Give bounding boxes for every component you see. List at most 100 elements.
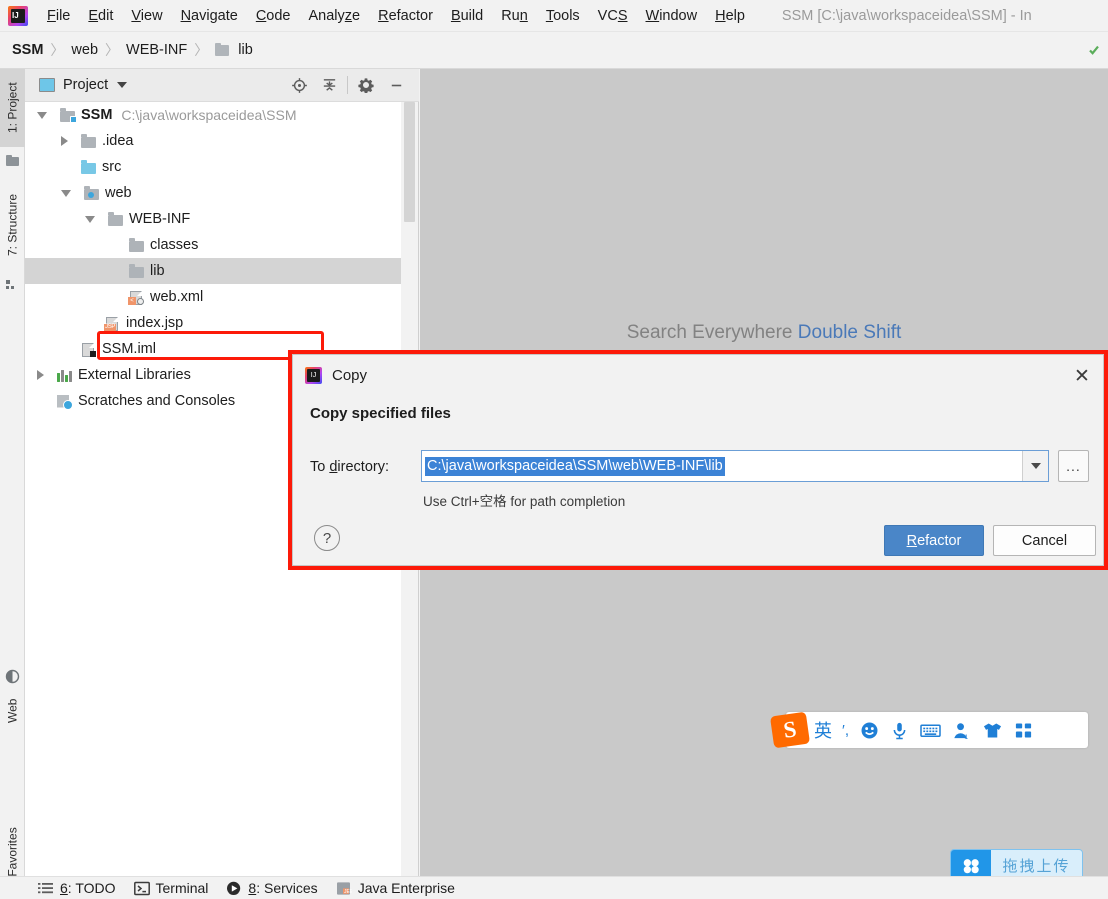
tree-node-label: External Libraries [78,367,191,383]
help-button[interactable]: ? [314,525,340,551]
tree-node-index-jsp[interactable]: JSP index.jsp [25,310,402,336]
status-bar-item-6-todo[interactable]: 6: TODO [38,880,116,896]
apps-icon[interactable] [1014,721,1033,740]
tree-node-src[interactable]: src [25,154,402,180]
window-title: SSM [C:\java\workspaceidea\SSM] - In [781,7,1032,24]
cancel-button[interactable]: Cancel [993,525,1096,556]
project-panel-toolbar [284,74,419,96]
gear-icon[interactable] [351,74,381,96]
stripe-label-web: Web [5,698,20,724]
locate-icon[interactable] [284,74,314,96]
menu-item-edit[interactable]: Edit [79,5,122,27]
tree-node-idea[interactable]: .idea [25,128,402,154]
combobox-dropdown-button[interactable] [1022,451,1048,481]
menu-item-run[interactable]: Run [492,5,537,27]
tree-node-path: C:\java\workspaceidea\SSM [121,107,297,123]
status-bar-item-8-services[interactable]: 8: Services [226,880,318,896]
menu-item-view[interactable]: View [122,5,171,27]
external-libraries-icon [57,369,72,382]
tool-window-stripe-left: 1: Project 7: Structure Web 2: Favorites [0,69,25,890]
collapse-all-icon[interactable] [314,74,344,96]
sidebar-item-structure[interactable]: 7: Structure [0,179,25,271]
breadcrumb-item-lib[interactable]: lib [234,42,257,58]
menu-item-analyze[interactable]: Analyze [300,5,370,27]
tree-node-lib[interactable]: lib [25,258,402,284]
chevron-down-icon[interactable] [61,189,71,197]
punctuation-icon[interactable]: ′, [842,722,849,739]
mnemonic: V [131,7,141,24]
menu-item-navigate[interactable]: Navigate [172,5,247,27]
tree-node-ssm[interactable]: SSM C:\java\workspaceidea\SSM [25,102,402,128]
voice-input-icon[interactable] [890,721,909,740]
folder-blue-icon [80,160,97,175]
tree-node-web-xml[interactable]: < web.xml [25,284,402,310]
chevron-right-icon[interactable] [61,136,68,146]
status-bar-item-label: Java Enterprise [357,880,455,896]
mnemonic: B [450,7,461,24]
search-everywhere-shortcut: Double Shift [797,322,902,343]
skin-icon[interactable] [982,721,1003,740]
menu-item-vcs[interactable]: VCS [589,5,637,27]
chevron-down-icon[interactable] [37,111,47,119]
menu-item-build[interactable]: Build [442,5,492,27]
menu-item-tools[interactable]: Tools [537,5,589,27]
breadcrumb-separator: 〉 [194,42,209,58]
emoji-icon[interactable] [860,721,879,740]
mnemonic: S [617,7,628,24]
svg-text:1: 1 [964,734,968,740]
module-badge-icon [70,115,77,123]
chevron-right-icon[interactable] [37,370,44,380]
deployment-badge-icon [137,297,144,305]
mnemonic: C [255,7,267,24]
chevron-down-icon[interactable] [117,82,128,88]
path-completion-hint: Use Ctrl+空格 for path completion [423,494,626,509]
close-icon[interactable]: ✕ [1071,365,1093,387]
browse-button[interactable]: ... [1058,450,1089,482]
tree-node-classes[interactable]: classes [25,232,402,258]
soft-keyboard-icon[interactable] [920,721,941,740]
refactor-button[interactable]: Refactor [884,525,984,556]
tree-node-label: src [102,159,122,175]
to-directory-input-value[interactable]: C:\java\workspaceidea\SSM\web\WEB-INF\li… [425,456,725,476]
jsp-file-icon: JSP [104,316,121,331]
sidebar-item-web[interactable]: Web [0,685,25,737]
tree-node-web[interactable]: web [25,180,402,206]
structure-icon [5,277,20,292]
scrollbar-thumb[interactable] [404,102,415,222]
mnemonic: N [180,7,192,24]
mnemonic: W [645,7,660,24]
dialog-title: Copy [332,366,368,384]
status-bar-item-java-enterprise[interactable]: JEE Java Enterprise [336,880,455,896]
tree-node-web-inf[interactable]: WEB-INF [25,206,402,232]
breadcrumb-item-web[interactable]: web [67,42,102,58]
breadcrumb-item-ssm[interactable]: SSM [0,42,47,58]
menu-item-refactor[interactable]: Refactor [369,5,442,27]
folder-gray-icon [128,238,145,253]
status-bar-item-terminal[interactable]: Terminal [133,880,208,896]
dialog-title-bar: Copy [293,355,1103,395]
menu-item-file[interactable]: File [38,5,79,27]
to-directory-combobox[interactable]: C:\java\workspaceidea\SSM\web\WEB-INF\li… [421,450,1049,482]
english-mode-icon[interactable]: 英 [814,717,832,743]
menu-item-code[interactable]: Code [247,5,300,27]
services-play-icon [226,881,242,896]
menu-bar: FileEditViewNavigateCodeAnalyzeRefactorB… [0,0,1108,32]
inspection-ok-icon [1089,45,1099,55]
sogou-logo-icon[interactable]: S [769,711,811,749]
tree-node-label: SSM.iml [102,341,156,357]
minimize-icon[interactable] [381,74,411,96]
stripe-label-structure: 7: Structure [5,193,20,257]
toolbar-divider [347,76,348,94]
sidebar-item-project[interactable]: 1: Project [0,69,25,147]
chevron-down-icon[interactable] [85,215,95,223]
copy-dialog: Copy ✕ Copy specified files To directory… [292,354,1104,566]
tree-node-label: web.xml [150,289,204,305]
menu-item-help[interactable]: Help [706,5,754,27]
menu-item-window[interactable]: Window [637,5,707,27]
account-icon[interactable]: 1 [952,721,971,740]
breadcrumb-item-web-inf[interactable]: WEB-INF [122,42,191,58]
